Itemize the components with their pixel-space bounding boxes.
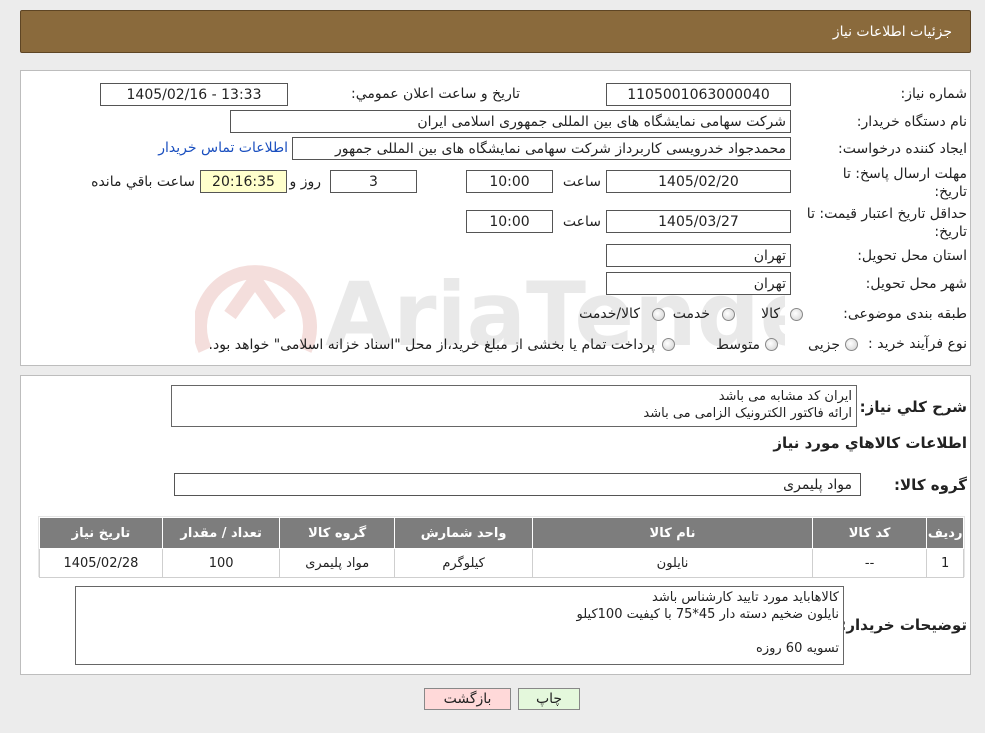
- need-number-label: شماره نیاز:: [900, 86, 968, 102]
- summary-textarea[interactable]: [171, 385, 857, 427]
- deadline-label: مهلت ارسال پاسخ: تا تاریخ:: [807, 165, 967, 201]
- validity-date-field: 1405/03/27: [606, 210, 791, 233]
- creator-field: محمدجواد خدرویسی کاربرداز شرکت سهامی نما…: [292, 137, 791, 160]
- creator-label: ایجاد کننده درخواست:: [838, 141, 967, 157]
- province-field: تهران: [606, 244, 791, 267]
- table-row: 1 -- نایلون کیلوگرم مواد پلیمری 100 1405…: [39, 548, 964, 578]
- print-button[interactable]: چاپ: [518, 688, 580, 710]
- validity-time-field: 10:00: [466, 210, 553, 233]
- summary-label: شرح كلي نياز:: [859, 398, 967, 416]
- category-radio-goods[interactable]: [790, 308, 803, 321]
- col-name: نام کالا: [532, 517, 813, 549]
- col-code: کد کالا: [811, 517, 928, 549]
- col-row: رديف: [926, 517, 964, 549]
- province-label: استان محل تحویل:: [857, 248, 967, 264]
- deadline-time-field: 10:00: [466, 170, 553, 193]
- deadline-date-field: 1405/02/20: [606, 170, 791, 193]
- col-group: گروه کالا: [279, 517, 395, 549]
- process-radio-medium[interactable]: [765, 338, 778, 351]
- table-header-row: رديف کد کالا نام کالا واحد شمارش گروه کا…: [39, 517, 964, 549]
- cell-code: --: [811, 548, 928, 578]
- items-table: رديف کد کالا نام کالا واحد شمارش گروه کا…: [39, 517, 964, 578]
- process-radio-minor[interactable]: [845, 338, 858, 351]
- col-qty: تعداد / مقدار: [161, 517, 281, 549]
- col-date: تاریخ نیاز: [39, 517, 163, 549]
- days-label: روز و: [289, 174, 322, 190]
- days-field: 3: [330, 170, 417, 193]
- category-option-goods-service: کالا/خدمت: [579, 306, 640, 322]
- announce-label: تاريخ و ساعت اعلان عمومي:: [351, 86, 520, 102]
- buyer-org-field: شرکت سهامی نمایشگاه های بین المللی جمهور…: [230, 110, 791, 133]
- cell-qty: 100: [161, 548, 281, 578]
- items-table-container: رديف کد کالا نام کالا واحد شمارش گروه کا…: [38, 516, 965, 578]
- remaining-time-field: 20:16:35: [200, 170, 287, 193]
- process-option-medium: متوسط: [716, 337, 760, 353]
- validity-time-label: ساعت: [562, 214, 601, 230]
- buyer-contact-link[interactable]: اطلاعات تماس خریدار: [158, 140, 288, 156]
- validity-label-text: حداقل تاریخ اعتبار قیمت: تا تاریخ:: [806, 206, 967, 240]
- page-header: جزئيات اطلاعات نياز: [20, 10, 971, 53]
- goods-section-title: اطلاعات كالاهاي مورد نياز: [773, 434, 967, 452]
- category-label: طبقه بندی موضوعی:: [843, 306, 967, 322]
- process-radio-treasury[interactable]: [662, 338, 675, 351]
- process-note: پرداخت تمام یا بخشی از مبلغ خرید،از محل …: [208, 337, 655, 353]
- city-field: تهران: [606, 272, 791, 295]
- cell-name: نایلون: [532, 548, 813, 578]
- announce-datetime-field: 1405/02/16 - 13:33: [100, 83, 288, 106]
- deadline-label-text: مهلت ارسال پاسخ: تا تاریخ:: [842, 166, 967, 200]
- category-radio-service[interactable]: [722, 308, 735, 321]
- cell-row: 1: [926, 548, 964, 578]
- category-option-service: خدمت: [672, 306, 710, 322]
- cell-date: 1405/02/28: [39, 548, 163, 578]
- city-label: شهر محل تحویل:: [865, 276, 967, 292]
- cell-unit: کیلوگرم: [393, 548, 534, 578]
- buyer-notes-textarea[interactable]: [75, 586, 844, 665]
- process-label: نوع فرآیند خرید :: [868, 336, 967, 352]
- cell-group: مواد پلیمری: [279, 548, 395, 578]
- category-option-goods: کالا: [761, 306, 780, 322]
- remaining-label: ساعت باقي مانده: [91, 174, 195, 190]
- process-option-minor: جزیی: [808, 337, 840, 353]
- col-unit: واحد شمارش: [393, 517, 534, 549]
- page-title: جزئيات اطلاعات نياز: [832, 23, 952, 40]
- validity-label: حداقل تاریخ اعتبار قیمت: تا تاریخ:: [797, 205, 967, 241]
- back-button[interactable]: بازگشت: [424, 688, 511, 710]
- buyer-notes-label: توضیحات خریدار:: [840, 616, 967, 634]
- goods-group-field: مواد پلیمری: [174, 473, 861, 496]
- buyer-org-label: نام دستگاه خریدار:: [856, 114, 967, 130]
- need-number-field: 1105001063000040: [606, 83, 791, 106]
- deadline-time-label: ساعت: [562, 174, 601, 190]
- category-radio-goods-service[interactable]: [652, 308, 665, 321]
- goods-group-label: گروه کالا:: [894, 476, 967, 494]
